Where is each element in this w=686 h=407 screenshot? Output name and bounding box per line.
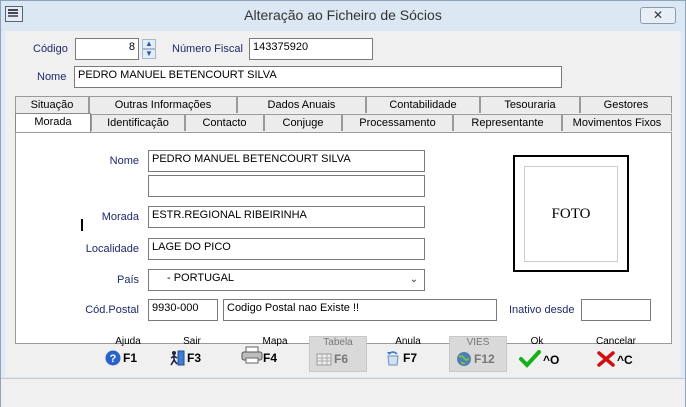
tabela-key: F6 — [334, 352, 349, 366]
ok-label: Ok — [530, 336, 544, 347]
x-icon — [597, 351, 615, 367]
inativo-input[interactable] — [581, 299, 651, 321]
printer-icon — [241, 346, 263, 364]
sair-label: Sair — [183, 336, 201, 347]
morada-input[interactable]: ESTR.REGIONAL RIBEIRINHA — [148, 206, 425, 228]
exit-icon — [170, 350, 185, 366]
ajuda-label: Ajuda — [115, 336, 141, 347]
cod-postal-label: Cód.Postal — [85, 304, 139, 316]
table-icon — [316, 353, 332, 366]
sair-key: F3 — [187, 351, 202, 365]
tab-conjuge[interactable]: Conjuge — [264, 114, 342, 131]
anula-key: F7 — [403, 351, 418, 365]
morada-label: Morada — [101, 211, 139, 223]
inativo-label: Inativo desde — [509, 304, 575, 316]
undo-icon — [387, 351, 399, 366]
numero-fiscal-input[interactable]: 143375920 — [249, 38, 373, 60]
vies-key: F12 — [474, 352, 495, 366]
tab-movimentos-fixos[interactable]: Movimentos Fixos — [562, 114, 672, 131]
tab-contacto[interactable]: Contacto — [185, 114, 264, 131]
tab-situacao[interactable]: Situação — [15, 96, 89, 113]
tab-tesouraria[interactable]: Tesouraria — [480, 96, 580, 113]
ajuda-key: F1 — [123, 351, 138, 365]
window-title: Alteração ao Ficheiro de Sócios — [244, 7, 442, 23]
ajuda-button[interactable]: Ajuda ? F1 — [99, 336, 157, 372]
pais-label: País — [116, 274, 139, 286]
numero-fiscal-label: Número Fiscal — [172, 43, 243, 55]
sair-button[interactable]: Sair F3 — [163, 336, 221, 372]
cod-postal-input[interactable]: 9930-000 — [148, 299, 218, 321]
svg-text:?: ? — [110, 353, 117, 365]
morada-nome-input[interactable]: PEDRO MANUEL BETENCOURT SILVA — [148, 150, 425, 172]
nome-label: Nome — [37, 71, 67, 83]
title-bar: Alteração ao Ficheiro de Sócios ✕ — [1, 1, 685, 31]
tabela-label: Tabela — [323, 337, 353, 348]
cancelar-button[interactable]: Cancelar ^C — [587, 336, 645, 372]
tab-representante[interactable]: Representante — [453, 114, 562, 131]
cancelar-key: ^C — [617, 353, 633, 367]
tab-contabilidade[interactable]: Contabilidade — [366, 96, 480, 113]
checkmark-icon — [519, 350, 541, 368]
status-bar — [1, 378, 685, 407]
localidade-input[interactable]: LAGE DO PICO — [148, 238, 425, 260]
codigo-label: Código — [33, 43, 68, 55]
ok-button[interactable]: Ok ^O — [513, 336, 571, 372]
help-icon: ? — [105, 350, 121, 366]
anula-label: Anula — [395, 336, 421, 347]
mapa-button[interactable]: Mapa F4 — [239, 336, 297, 372]
vies-button[interactable]: VIES F12 — [449, 336, 507, 372]
globe-icon — [457, 352, 471, 366]
pais-select[interactable]: - PORTUGAL — [148, 269, 425, 291]
cod-postal-desc: Codigo Postal nao Existe !! — [223, 299, 497, 321]
tabela-button[interactable]: Tabela F6 — [309, 336, 367, 372]
morada-nome-label: Nome — [109, 155, 139, 167]
mapa-key: F4 — [263, 351, 278, 365]
close-button[interactable]: ✕ — [640, 7, 676, 24]
vies-label: VIES — [466, 337, 490, 348]
nome-input[interactable]: PEDRO MANUEL BETENCOURT SILVA — [74, 66, 562, 88]
codigo-input[interactable]: 8 — [75, 38, 139, 60]
tab-morada[interactable]: Morada — [15, 113, 91, 132]
tab-processamento[interactable]: Processamento — [342, 114, 453, 131]
tab-outras-informacoes[interactable]: Outras Informações — [89, 96, 237, 113]
ok-key: ^O — [543, 353, 560, 367]
photo-frame[interactable]: FOTO — [513, 155, 629, 272]
morada-nome2-input[interactable] — [148, 175, 425, 197]
tab-dados-anuais[interactable]: Dados Anuais — [237, 96, 366, 113]
codigo-spin-up[interactable]: ▲ — [142, 39, 156, 49]
tab-gestores[interactable]: Gestores — [580, 96, 672, 113]
photo-placeholder: FOTO — [524, 166, 618, 262]
localidade-label: Localidade — [85, 243, 139, 255]
chevron-down-icon[interactable]: ⌄ — [407, 271, 421, 289]
anula-button[interactable]: Anula F7 — [379, 336, 437, 372]
app-window: Alteração ao Ficheiro de Sócios ✕ Código… — [0, 0, 686, 407]
cancelar-label: Cancelar — [595, 336, 637, 347]
codigo-spin-down[interactable]: ▼ — [142, 49, 156, 59]
tab-identificacao[interactable]: Identificação — [91, 114, 185, 131]
form-body: Código 8 ▲ ▼ Número Fiscal 143375920 Nom… — [5, 31, 681, 377]
